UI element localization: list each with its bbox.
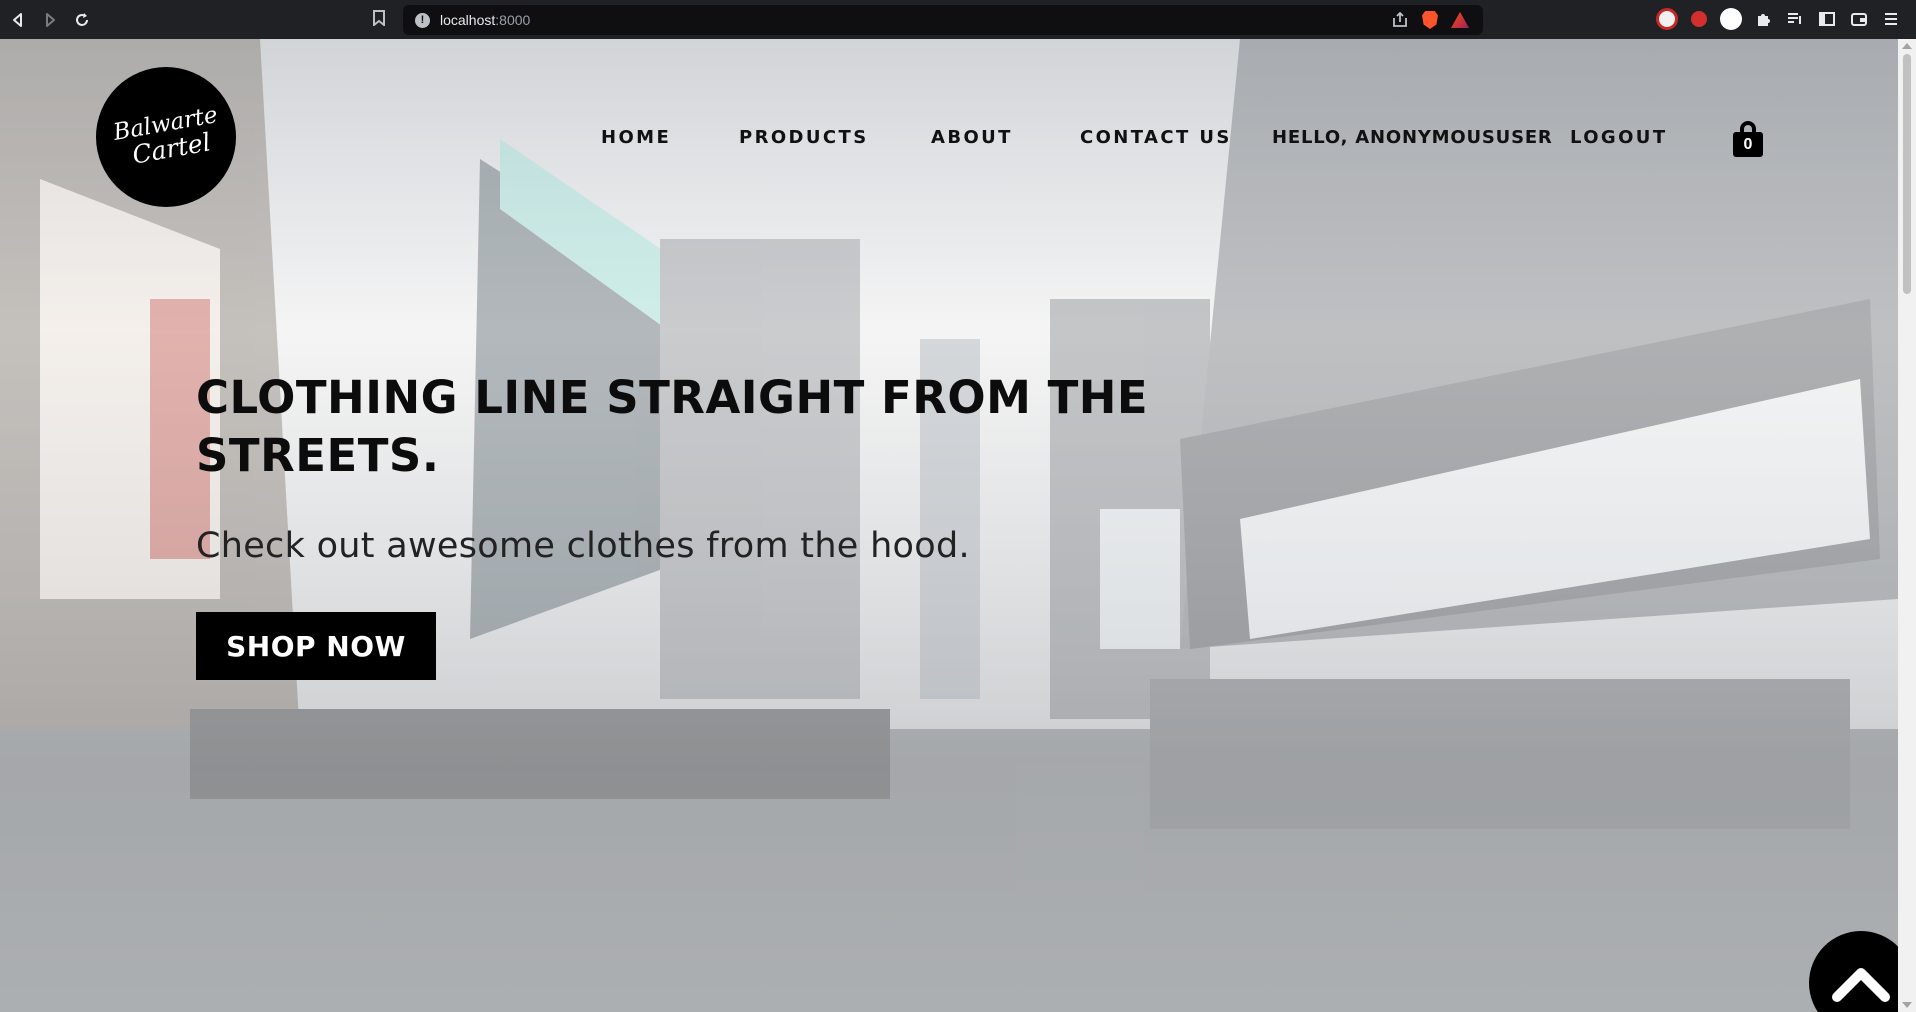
site-info-icon[interactable]: ! <box>415 12 430 28</box>
shop-now-button[interactable]: SHOP NOW <box>196 612 436 680</box>
menu-icon[interactable] <box>1880 8 1902 30</box>
browser-toolbar: ! localhost:8000 1 <box>0 0 1916 39</box>
hero-subtitle: Check out awesome clothes from the hood. <box>196 526 970 566</box>
chevron-up-icon <box>1832 968 1890 1002</box>
wallet-icon[interactable] <box>1848 8 1870 30</box>
page-viewport: Balwarte Cartel HOME PRODUCTS ABOUT CONT… <box>0 39 1916 1012</box>
profile-icon[interactable] <box>1720 8 1742 30</box>
url-text: localhost:8000 <box>440 12 531 28</box>
nav-about-link[interactable]: ABOUT <box>931 127 1013 148</box>
hero-title: CLOTHING LINE STRAIGHT FROM THE STREETS. <box>196 371 1149 482</box>
user-greeting[interactable]: HELLO, ANONYMOUSUSER <box>1272 127 1553 148</box>
nav-home-link[interactable]: HOME <box>601 127 671 148</box>
extension-red-icon[interactable] <box>1688 8 1710 30</box>
puzzle-extensions-icon[interactable] <box>1752 8 1774 30</box>
reload-icon[interactable] <box>68 6 96 34</box>
extension-avatar-icon[interactable] <box>1656 8 1678 30</box>
shopping-bag-icon[interactable]: 0 <box>1733 121 1763 157</box>
back-arrow-icon[interactable] <box>4 6 32 34</box>
forward-arrow-icon[interactable] <box>36 6 64 34</box>
share-icon[interactable] <box>1385 12 1415 28</box>
nav-products-link[interactable]: PRODUCTS <box>739 127 869 148</box>
address-bar[interactable]: ! localhost:8000 1 <box>403 5 1483 35</box>
brave-shields-icon[interactable] <box>1415 11 1445 29</box>
scroll-down-arrow[interactable] <box>1902 1002 1912 1008</box>
scroll-up-arrow[interactable] <box>1902 43 1912 49</box>
nav-logout-link[interactable]: LOGOUT <box>1570 127 1668 148</box>
sidebar-icon[interactable] <box>1816 8 1838 30</box>
main-navigation: HOME PRODUCTS ABOUT CONTACT US HELLO, AN… <box>0 127 1898 151</box>
page-scrollbar[interactable] <box>1898 39 1916 1012</box>
rewards-badge: 1 <box>1463 12 1469 17</box>
cart-count: 0 <box>1733 132 1763 157</box>
bookmark-icon[interactable] <box>372 10 386 31</box>
scroll-thumb[interactable] <box>1903 54 1911 294</box>
nav-contact-link[interactable]: CONTACT US <box>1080 127 1232 148</box>
playlist-icon[interactable] <box>1784 8 1806 30</box>
brave-rewards-icon[interactable]: 1 <box>1445 12 1475 28</box>
